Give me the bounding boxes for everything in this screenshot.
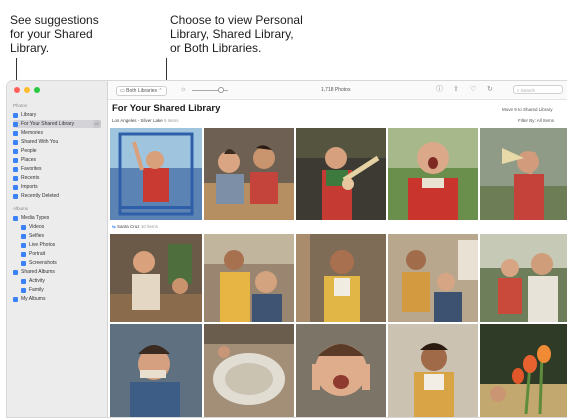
trash-icon <box>13 193 18 199</box>
album-icon <box>21 287 26 293</box>
sidebar-item-recently-deleted[interactable]: Recently Deleted <box>13 192 101 200</box>
library-icon <box>13 112 18 118</box>
sidebar-item-live-photos[interactable]: Live Photos <box>21 241 101 249</box>
activity-icon <box>21 278 26 284</box>
sidebar-item-favorites[interactable]: Favorites <box>13 165 101 173</box>
sidebar-section-photos: Photos <box>13 103 28 108</box>
folder-icon <box>13 296 18 302</box>
chevron-updown-icon: ⌃ <box>156 88 163 94</box>
folder-icon <box>13 215 18 221</box>
photo-thumbnail[interactable] <box>110 234 202 322</box>
video-icon <box>21 224 26 230</box>
search-input[interactable]: ⌕ Search <box>513 85 563 94</box>
sidebar-item-memories[interactable]: Memories <box>13 129 101 137</box>
share-icon[interactable]: ⇪ <box>453 86 459 94</box>
callout-choose-library: Choose to view Personal Library, Shared … <box>170 13 303 55</box>
photo-thumbnail[interactable] <box>110 324 202 417</box>
memories-icon <box>13 130 18 136</box>
photo-thumbnail[interactable] <box>388 234 478 322</box>
photo-thumbnail[interactable] <box>388 324 478 417</box>
page-title: For Your Shared Library <box>112 103 221 114</box>
library-selector[interactable]: ▭ Both Libraries ⌃ <box>116 86 167 96</box>
sidebar-item-imports[interactable]: Imports <box>13 183 101 191</box>
sidebar-item-selfies[interactable]: Selfies <box>21 232 101 240</box>
sidebar-item-library[interactable]: Library <box>13 111 101 119</box>
group-header-silver-lake: Los Angeles - Silver Lake 5 items <box>112 118 179 123</box>
person-icon <box>13 148 18 154</box>
folder-icon <box>13 269 18 275</box>
sun-adjust-icon[interactable]: ☼ <box>180 86 186 94</box>
sidebar-item-for-your-shared-library[interactable]: For Your Shared Library 42 <box>13 120 101 128</box>
photo-thumbnail[interactable] <box>204 324 294 417</box>
info-icon[interactable]: ⓘ <box>436 86 443 94</box>
callout-area: See suggestions for your Shared Library.… <box>0 0 567 99</box>
photo-thumbnail[interactable] <box>296 128 386 220</box>
toolbar: ▭ Both Libraries ⌃ ☼ 1,718 Photos ⓘ ⇪ ♡ … <box>108 81 567 100</box>
photo-thumbnail[interactable] <box>204 234 294 322</box>
sidebar-item-screenshots[interactable]: Screenshots <box>21 259 101 267</box>
sidebar-item-people[interactable]: People <box>13 147 101 155</box>
sidebar-item-my-albums[interactable]: My Albums <box>13 295 101 303</box>
sidebar-item-activity[interactable]: Activity <box>21 277 101 285</box>
heart-icon <box>13 166 18 172</box>
main-content: For Your Shared Library Move 9 to Shared… <box>108 100 567 417</box>
sidebar-item-recents[interactable]: Recents <box>13 174 101 182</box>
sidebar: Photos Library For Your Shared Library 42… <box>7 81 108 417</box>
map-pin-icon <box>13 157 18 163</box>
live-photo-icon <box>21 242 26 248</box>
sidebar-item-videos[interactable]: Videos <box>21 223 101 231</box>
zoom-button[interactable] <box>34 87 40 93</box>
sidebar-item-family[interactable]: Family <box>21 286 101 294</box>
photo-thumbnail[interactable] <box>480 234 567 322</box>
sidebar-section-albums: Albums <box>13 206 29 211</box>
photo-thumbnail[interactable] <box>480 128 567 220</box>
selfie-icon <box>21 233 26 239</box>
favorite-icon[interactable]: ♡ <box>470 86 476 94</box>
photo-thumbnail[interactable] <box>480 324 567 417</box>
sidebar-item-places[interactable]: Places <box>13 156 101 164</box>
import-icon <box>13 184 18 190</box>
clock-icon <box>13 175 18 181</box>
sidebar-item-shared-albums[interactable]: Shared Albums <box>13 268 101 276</box>
suggestion-count-badge: 42 <box>92 120 101 128</box>
screenshot-icon <box>21 260 26 266</box>
photos-window: Photos Library For Your Shared Library 42… <box>6 80 567 418</box>
photo-thumbnail[interactable] <box>110 128 202 220</box>
move-to-shared-library-link[interactable]: Move 9 to Shared Library <box>502 107 553 112</box>
photo-thumbnail[interactable] <box>204 128 294 220</box>
filter-dropdown[interactable]: Filter By: All Items <box>518 118 554 123</box>
people-icon <box>13 121 18 127</box>
sidebar-item-shared-with-you[interactable]: Shared With You <box>13 138 101 146</box>
sidebar-item-portrait[interactable]: Portrait <box>21 250 101 258</box>
portrait-icon <box>21 251 26 257</box>
close-button[interactable] <box>14 87 20 93</box>
photo-thumbnail[interactable] <box>296 234 386 322</box>
callout-suggestions: See suggestions for your Shared Library. <box>10 13 99 55</box>
photo-thumbnail[interactable] <box>388 128 478 220</box>
minimize-button[interactable] <box>24 87 30 93</box>
rotate-icon[interactable]: ↻ <box>487 86 493 94</box>
photo-count: 1,718 Photos <box>321 87 351 93</box>
group-header-santa-cruz: ⇆ Santa Cruz 10 items <box>112 224 158 229</box>
shared-icon <box>13 139 18 145</box>
zoom-slider-knob[interactable] <box>218 87 224 93</box>
window-controls <box>14 87 40 93</box>
sidebar-item-media-types[interactable]: Media Types <box>13 214 101 222</box>
photo-thumbnail[interactable] <box>296 324 386 417</box>
